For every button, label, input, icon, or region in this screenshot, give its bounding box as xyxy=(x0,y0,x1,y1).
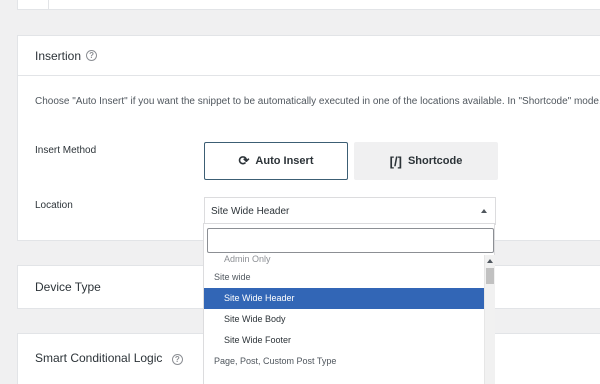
dropdown-scrollbar[interactable] xyxy=(484,255,495,384)
dropdown-options-list: Admin Only Site wide Site Wide Header Si… xyxy=(204,255,484,384)
insertion-header: Insertion ? xyxy=(18,36,600,76)
insertion-title: Insertion xyxy=(35,48,82,63)
previous-panel xyxy=(17,0,600,10)
scrollbar-thumb[interactable] xyxy=(486,268,494,284)
panel-divider xyxy=(48,0,49,9)
device-type-title: Device Type xyxy=(35,280,101,294)
scroll-up-icon[interactable] xyxy=(487,259,493,263)
auto-insert-button[interactable]: ⟳ Auto Insert xyxy=(204,142,348,180)
dropdown-group-label: Site wide xyxy=(214,272,251,282)
dropdown-option[interactable]: Site Wide Header xyxy=(204,288,484,309)
sync-icon: ⟳ xyxy=(238,153,250,168)
location-selected-value: Site Wide Header xyxy=(211,206,290,217)
dropdown-option[interactable]: Site Wide Footer xyxy=(204,330,484,351)
insertion-description: Choose "Auto Insert" if you want the sni… xyxy=(35,96,600,107)
shortcode-button[interactable]: [/] Shortcode xyxy=(354,142,498,180)
dropdown-search-wrap xyxy=(204,224,494,255)
dropdown-search-input[interactable] xyxy=(207,228,494,253)
help-icon[interactable]: ? xyxy=(171,354,183,365)
insertion-panel: Insertion ? Choose "Auto Insert" if you … xyxy=(17,35,600,241)
help-icon[interactable]: ? xyxy=(86,50,98,61)
location-dropdown: Admin Only Site wide Site Wide Header Si… xyxy=(203,223,495,384)
chevron-up-icon xyxy=(481,209,487,213)
smart-logic-title: Smart Conditional Logic xyxy=(35,351,163,365)
dropdown-option[interactable]: Site Wide Body xyxy=(204,309,484,330)
dropdown-option: Admin Only xyxy=(224,255,271,264)
insert-method-label: Insert Method xyxy=(35,145,97,156)
location-select[interactable]: Site Wide Header xyxy=(204,197,496,225)
shortcode-label: Shortcode xyxy=(407,155,463,167)
dropdown-group-label: Page, Post, Custom Post Type xyxy=(214,356,337,366)
shortcode-icon: [/] xyxy=(389,153,402,169)
auto-insert-label: Auto Insert xyxy=(255,155,314,167)
location-label: Location xyxy=(35,200,73,211)
